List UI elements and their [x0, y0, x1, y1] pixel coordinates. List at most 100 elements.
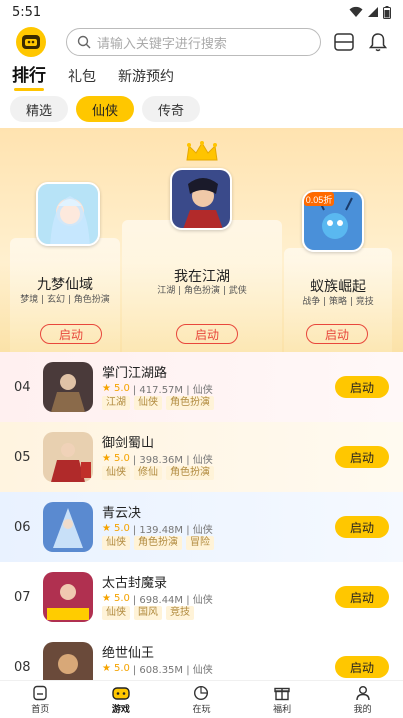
game-tag: 仙侠 [134, 396, 162, 410]
user-icon [354, 684, 372, 702]
swordsman-icon [172, 170, 230, 228]
ranking-list: 04 掌门江湖路 ★ 5.0 | 417.57M | 仙侠 江湖 仙侠 角色扮演… [0, 352, 403, 702]
start-button[interactable]: 启动 [335, 446, 389, 468]
start-button[interactable]: 启动 [335, 656, 389, 678]
game-meta: ★ 5.0 | 698.44M | 仙侠 [102, 591, 213, 606]
podium-name-second: 九梦仙域 [37, 277, 93, 293]
app-logo[interactable] [16, 27, 46, 57]
search-input[interactable]: 请输入关键字进行搜索 [65, 28, 322, 56]
game-name: 绝世仙王 [102, 646, 155, 661]
game-name: 太古封魔录 [102, 576, 168, 591]
nav-profile[interactable]: 我的 [333, 684, 393, 715]
game-tags: 仙侠 修仙 角色扮演 [102, 466, 214, 480]
game-icon-yujian [43, 432, 93, 482]
game-meta: ★ 5.0 | 398.36M | 仙侠 [102, 451, 213, 466]
nav-label: 在玩 [192, 705, 211, 715]
star-icon: ★ [102, 453, 111, 464]
home-icon [31, 684, 49, 702]
game-icon-jiumeng[interactable] [36, 182, 100, 246]
game-tag: 江湖 [102, 396, 130, 410]
nav-label: 我的 [353, 705, 372, 715]
start-button[interactable]: 启动 [335, 376, 389, 398]
game-icon-jianghu[interactable] [170, 168, 232, 230]
game-score: 5.0 [113, 593, 130, 604]
game-tag: 仙侠 [102, 466, 130, 480]
search-icon [77, 35, 91, 49]
status-bar: 5:51 [0, 0, 403, 24]
tab-gifts[interactable]: 礼包 [68, 66, 96, 90]
star-icon: ★ [102, 663, 111, 674]
list-item[interactable]: 04 掌门江湖路 ★ 5.0 | 417.57M | 仙侠 江湖 仙侠 角色扮演… [0, 352, 403, 422]
nav-home[interactable]: 首页 [10, 684, 70, 715]
discount-badge: 0.05折 [306, 194, 333, 205]
start-button[interactable]: 启动 [335, 516, 389, 538]
status-icons [349, 5, 391, 19]
game-icon-qingyun [43, 502, 93, 552]
scan-button[interactable] [331, 29, 357, 55]
rank-number: 07 [14, 590, 31, 605]
chip-legend[interactable]: 传奇 [142, 96, 201, 122]
nav-games[interactable]: 游戏 [91, 684, 151, 715]
list-item[interactable]: 05 御剑蜀山 ★ 5.0 | 398.36M | 仙侠 仙侠 修仙 角色扮演 … [0, 422, 403, 492]
bell-icon [369, 33, 388, 52]
game-tag: 角色扮演 [134, 536, 182, 550]
search-placeholder: 请输入关键字进行搜索 [96, 36, 227, 52]
game-tag: 角色扮演 [166, 466, 214, 480]
game-tag: 修仙 [134, 466, 162, 480]
game-score: 5.0 [113, 523, 130, 534]
main-tabs: 排行 礼包 新游预约 [0, 61, 403, 91]
game-name: 掌门江湖路 [102, 366, 168, 381]
gamepad-icon [112, 684, 130, 702]
game-tags: 仙侠 国风 竞技 [102, 606, 194, 620]
top-bar: 请输入关键字进行搜索 [0, 24, 403, 60]
game-score: 5.0 [113, 383, 130, 394]
game-tags: 仙侠 角色扮演 冒险 [102, 536, 214, 550]
nav-playing[interactable]: 在玩 [171, 684, 231, 715]
rank-number: 05 [14, 450, 31, 465]
game-tag: 仙侠 [102, 536, 130, 550]
game-name: 御剑蜀山 [102, 436, 155, 451]
start-button-first[interactable]: 启动 [176, 324, 238, 344]
game-size-genre: | 398.36M | 仙侠 [132, 455, 213, 466]
category-chips: 精选 仙侠 传奇 [10, 96, 201, 122]
battery-icon [383, 5, 391, 19]
nav-label: 游戏 [111, 705, 130, 715]
bottom-nav: 首页 游戏 在玩 福利 我的 [0, 680, 403, 718]
start-button-third[interactable]: 启动 [306, 324, 368, 344]
start-button[interactable]: 启动 [335, 586, 389, 608]
podium-name-third: 蚁族崛起 [310, 279, 366, 295]
game-tag: 竞技 [166, 606, 194, 620]
game-name: 青云决 [102, 506, 142, 521]
nav-benefits[interactable]: 福利 [252, 684, 312, 715]
wifi-icon [349, 6, 363, 17]
game-tag: 冒险 [186, 536, 214, 550]
rank-number: 06 [14, 520, 31, 535]
podium-tags-first: 江湖 | 角色扮演 | 武侠 [157, 286, 247, 296]
signal-icon [368, 7, 378, 17]
play-icon [192, 684, 210, 702]
chip-featured[interactable]: 精选 [10, 96, 69, 122]
tab-ranking[interactable]: 排行 [12, 61, 46, 91]
list-item[interactable]: 07 太古封魔录 ★ 5.0 | 698.44M | 仙侠 仙侠 国风 竞技 启… [0, 562, 403, 632]
scan-icon [334, 33, 354, 51]
tab-new-games[interactable]: 新游预约 [118, 66, 174, 90]
nav-label: 首页 [31, 705, 50, 715]
fairy-girl-icon [38, 184, 98, 244]
game-icon-yizu[interactable]: 0.05折 [302, 190, 364, 252]
crown-icon [186, 141, 218, 161]
star-icon: ★ [102, 383, 111, 394]
gift-icon [273, 684, 291, 702]
game-meta: ★ 5.0 | 417.57M | 仙侠 [102, 381, 213, 396]
game-tag: 仙侠 [102, 606, 130, 620]
game-tag: 角色扮演 [166, 396, 214, 410]
rank-number: 04 [14, 380, 31, 395]
chip-xianxia[interactable]: 仙侠 [76, 96, 135, 122]
list-item[interactable]: 06 青云决 ★ 5.0 | 139.48M | 仙侠 仙侠 角色扮演 冒险 启… [0, 492, 403, 562]
game-size-genre: | 139.48M | 仙侠 [132, 525, 213, 536]
game-tags: 江湖 仙侠 角色扮演 [102, 396, 214, 410]
start-button-second[interactable]: 启动 [40, 324, 102, 344]
top-three-podium: 0.05折 九梦仙域 我在江湖 蚁族崛起 梦境 | 玄幻 | 角色扮演 江湖 |… [0, 128, 403, 352]
notification-button[interactable] [365, 29, 391, 55]
star-icon: ★ [102, 593, 111, 604]
podium-tags-second: 梦境 | 玄幻 | 角色扮演 [20, 295, 110, 305]
